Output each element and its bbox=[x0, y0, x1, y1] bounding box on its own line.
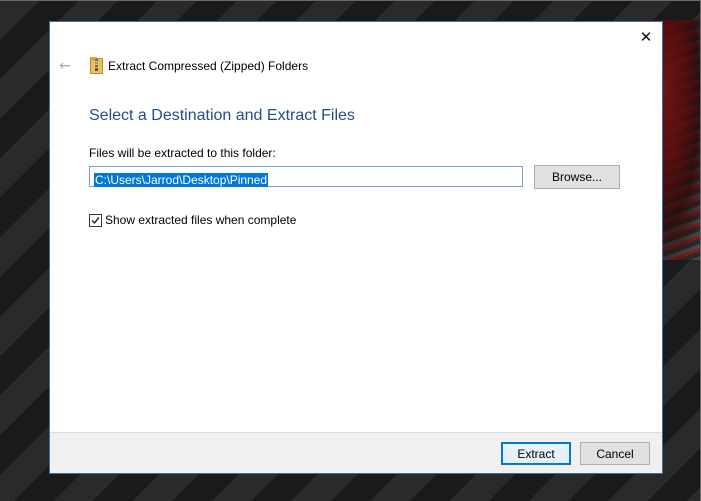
back-button[interactable]: ← bbox=[56, 56, 74, 76]
page-heading: Select a Destination and Extract Files bbox=[89, 107, 355, 124]
checkmark-icon bbox=[91, 216, 100, 224]
close-icon: ✕ bbox=[639, 28, 653, 46]
dialog-footer: Extract Cancel bbox=[50, 432, 662, 473]
back-arrow-icon: ← bbox=[59, 58, 71, 74]
desktop-background: ✕ ← Extract Compressed (Zipped) Folders … bbox=[0, 0, 701, 501]
show-extracted-files-label: Show extracted files when complete bbox=[105, 213, 297, 227]
show-extracted-files-checkbox[interactable] bbox=[89, 213, 102, 227]
dialog-title: Extract Compressed (Zipped) Folders bbox=[108, 59, 309, 73]
extract-dialog: ✕ ← Extract Compressed (Zipped) Folders … bbox=[50, 22, 662, 473]
close-button[interactable]: ✕ bbox=[632, 24, 660, 50]
destination-path-input[interactable]: C:\Users\Jarrod\Desktop\Pinned bbox=[89, 166, 523, 187]
show-extracted-files-option[interactable]: Show extracted files when complete bbox=[89, 213, 296, 227]
extract-button[interactable]: Extract bbox=[501, 442, 571, 465]
screen-frame-top bbox=[0, 0, 701, 1]
cancel-button[interactable]: Cancel bbox=[580, 442, 650, 465]
browse-button[interactable]: Browse... bbox=[534, 165, 620, 189]
destination-folder-label: Files will be extracted to this folder: bbox=[89, 146, 276, 160]
zip-folder-icon bbox=[90, 57, 103, 74]
destination-path-value: C:\Users\Jarrod\Desktop\Pinned bbox=[94, 173, 269, 187]
